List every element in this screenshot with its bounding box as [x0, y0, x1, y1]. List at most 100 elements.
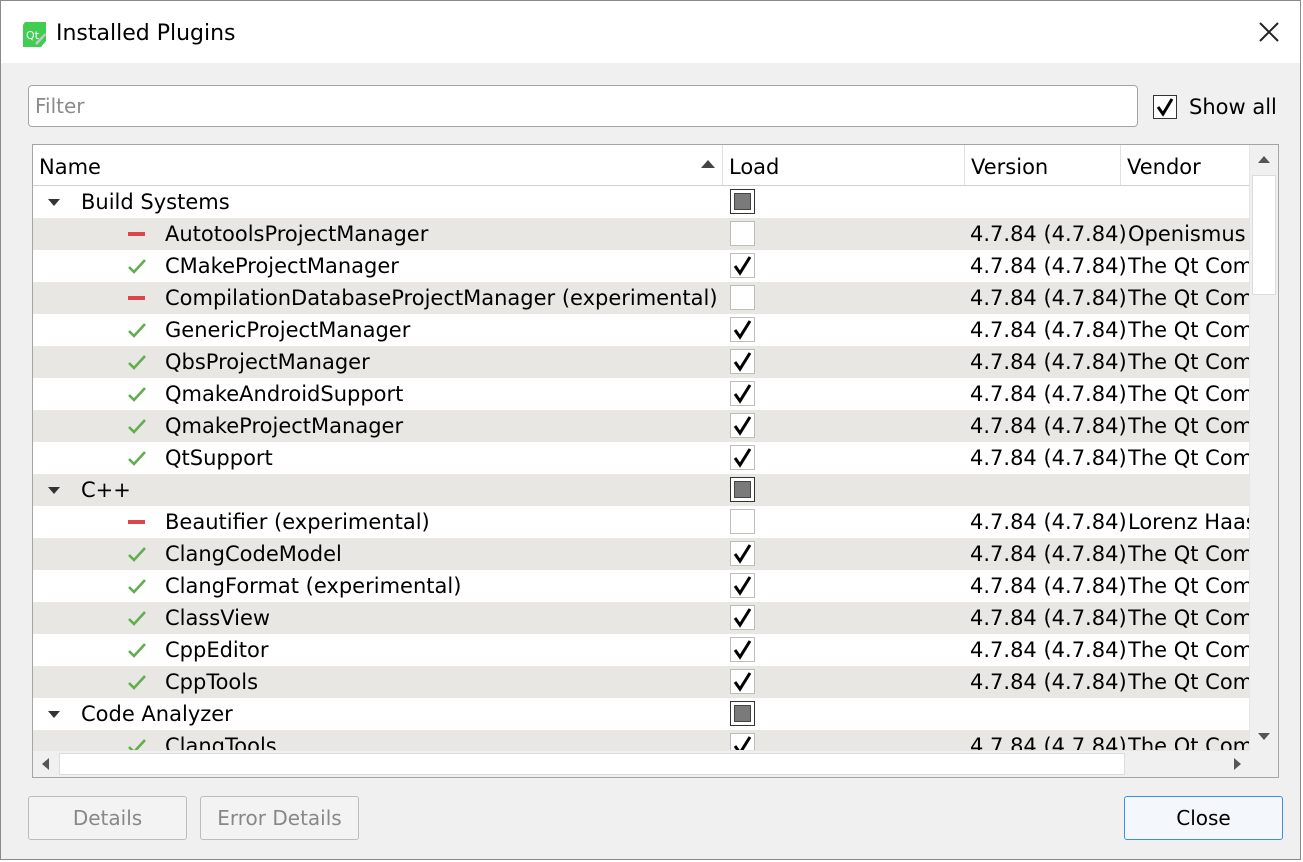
- group-name: Code Analyzer: [81, 702, 233, 726]
- plugins-tree[interactable]: Name Load Version Vendor Build Systems Au…: [32, 144, 1279, 778]
- loaded-check-icon: [128, 355, 146, 370]
- plugin-load-checkbox[interactable]: [730, 413, 755, 438]
- vertical-scroll-thumb[interactable]: [1252, 175, 1276, 295]
- checkmark-icon: [733, 320, 752, 340]
- group-name: Build Systems: [81, 190, 230, 214]
- plugin-vendor: The Qt Com: [1128, 254, 1250, 278]
- loaded-check-icon: [128, 611, 146, 626]
- checkmark-icon: [733, 448, 752, 468]
- scroll-down-icon[interactable]: [1251, 723, 1277, 749]
- horizontal-scrollbar[interactable]: [33, 750, 1250, 777]
- group-row[interactable]: Build Systems: [33, 186, 1250, 218]
- plugin-load-checkbox[interactable]: [730, 349, 755, 374]
- loaded-check-icon: [128, 387, 146, 402]
- horizontal-scroll-thumb[interactable]: [59, 753, 1125, 775]
- plugin-version: 4.7.84 (4.7.84): [970, 542, 1127, 566]
- expand-arrow-icon[interactable]: [47, 710, 61, 719]
- plugin-version: 4.7.84 (4.7.84): [970, 510, 1127, 534]
- close-button[interactable]: Close: [1124, 796, 1283, 840]
- checkmark-icon: [733, 608, 752, 628]
- plugin-vendor: The Qt Com: [1128, 286, 1250, 310]
- loaded-check-icon: [128, 323, 146, 338]
- plugin-row[interactable]: GenericProjectManager 4.7.84 (4.7.84) The …: [33, 314, 1250, 346]
- plugin-name: ClassView: [165, 606, 271, 630]
- column-header-name[interactable]: Name: [33, 145, 723, 185]
- plugin-load-checkbox[interactable]: [730, 605, 755, 630]
- checkmark-icon: [733, 384, 752, 404]
- plugin-row[interactable]: ClangFormat (experimental) 4.7.84 (4.7.84…: [33, 570, 1250, 602]
- plugin-name: CppEditor: [165, 638, 269, 662]
- checkmark-icon: [733, 544, 752, 564]
- plugin-load-checkbox[interactable]: [730, 221, 755, 246]
- group-row[interactable]: Code Analyzer: [33, 698, 1250, 730]
- column-header-vendor[interactable]: Vendor: [1121, 145, 1250, 185]
- plugin-load-checkbox[interactable]: [730, 509, 755, 534]
- plugin-name: CompilationDatabaseProjectManager (exper…: [165, 286, 718, 310]
- plugin-row[interactable]: ClassView 4.7.84 (4.7.84) The Qt Com: [33, 602, 1250, 634]
- sort-ascending-icon: [701, 160, 715, 168]
- plugin-row[interactable]: CMakeProjectManager 4.7.84 (4.7.84) The Qt…: [33, 250, 1250, 282]
- plugin-version: 4.7.84 (4.7.84): [970, 254, 1127, 278]
- plugin-name: QbsProjectManager: [165, 350, 370, 374]
- loaded-check-icon: [128, 419, 146, 434]
- plugin-row[interactable]: QmakeProjectManager 4.7.84 (4.7.84) The Qt…: [33, 410, 1250, 442]
- show-all-checkbox[interactable]: [1153, 95, 1177, 119]
- plugin-version: 4.7.84 (4.7.84): [970, 382, 1127, 406]
- plugin-load-checkbox[interactable]: [730, 317, 755, 342]
- expand-arrow-icon[interactable]: [47, 198, 61, 207]
- plugin-row[interactable]: CompilationDatabaseProjectManager (exper…: [33, 282, 1250, 314]
- plugin-vendor: The Qt Com: [1128, 446, 1250, 470]
- disabled-dash-icon: [128, 232, 145, 236]
- plugin-row[interactable]: CppEditor 4.7.84 (4.7.84) The Qt Com: [33, 634, 1250, 666]
- plugin-vendor: The Qt Com: [1128, 350, 1250, 374]
- plugin-load-checkbox[interactable]: [730, 573, 755, 598]
- vertical-scrollbar[interactable]: [1249, 145, 1278, 751]
- installed-plugins-dialog: Qt Installed Plugins Show all Name: [0, 0, 1301, 860]
- plugin-load-checkbox[interactable]: [730, 637, 755, 662]
- scroll-up-icon[interactable]: [1251, 147, 1277, 173]
- plugin-load-checkbox[interactable]: [730, 669, 755, 694]
- close-icon[interactable]: [1256, 19, 1282, 45]
- group-load-checkbox[interactable]: [730, 701, 755, 726]
- error-details-button[interactable]: Error Details: [200, 796, 359, 840]
- plugin-version: 4.7.84 (4.7.84): [970, 446, 1127, 470]
- plugin-load-checkbox[interactable]: [730, 445, 755, 470]
- group-row[interactable]: C++: [33, 474, 1250, 506]
- loaded-check-icon: [128, 451, 146, 466]
- plugin-version: 4.7.84 (4.7.84): [970, 222, 1127, 246]
- group-load-checkbox[interactable]: [730, 477, 755, 502]
- plugin-row[interactable]: ClangCodeModel 4.7.84 (4.7.84) The Qt Com: [33, 538, 1250, 570]
- plugin-row[interactable]: QtSupport 4.7.84 (4.7.84) The Qt Com: [33, 442, 1250, 474]
- scroll-left-icon[interactable]: [33, 751, 59, 777]
- plugin-name: ClangFormat (experimental): [165, 574, 462, 598]
- plugin-row[interactable]: Beautifier (experimental) 4.7.84 (4.7.84)…: [33, 506, 1250, 538]
- plugin-vendor: The Qt Com: [1128, 574, 1250, 598]
- plugin-row[interactable]: QbsProjectManager 4.7.84 (4.7.84) The Qt C…: [33, 346, 1250, 378]
- plugin-load-checkbox[interactable]: [730, 541, 755, 566]
- loaded-check-icon: [128, 259, 146, 274]
- plugin-vendor: The Qt Com: [1128, 318, 1250, 342]
- loaded-check-icon: [128, 643, 146, 658]
- plugin-row[interactable]: CppTools 4.7.84 (4.7.84) The Qt Com: [33, 666, 1250, 698]
- checkmark-icon: [733, 416, 752, 436]
- partial-check-icon: [734, 481, 751, 498]
- plugin-load-checkbox[interactable]: [730, 285, 755, 310]
- column-name-label: Name: [39, 155, 101, 179]
- column-header-version[interactable]: Version: [965, 145, 1121, 185]
- expand-arrow-icon[interactable]: [47, 486, 61, 495]
- column-header-load[interactable]: Load: [723, 145, 965, 185]
- plugin-load-checkbox[interactable]: [730, 381, 755, 406]
- group-load-checkbox[interactable]: [730, 189, 755, 214]
- plugin-row[interactable]: QmakeAndroidSupport 4.7.84 (4.7.84) The Qt…: [33, 378, 1250, 410]
- checkmark-icon: [733, 256, 752, 276]
- show-all-label: Show all: [1189, 95, 1277, 119]
- plugin-load-checkbox[interactable]: [730, 253, 755, 278]
- scroll-right-icon[interactable]: [1224, 751, 1250, 777]
- qt-logo-icon: Qt: [23, 22, 46, 47]
- plugin-row[interactable]: AutotoolsProjectManager 4.7.84 (4.7.84) Op…: [33, 218, 1250, 250]
- loaded-check-icon: [128, 579, 146, 594]
- filter-input[interactable]: [28, 85, 1138, 127]
- plugin-name: CMakeProjectManager: [165, 254, 399, 278]
- details-button[interactable]: Details: [28, 796, 187, 840]
- show-all-toggle[interactable]: Show all: [1153, 93, 1277, 121]
